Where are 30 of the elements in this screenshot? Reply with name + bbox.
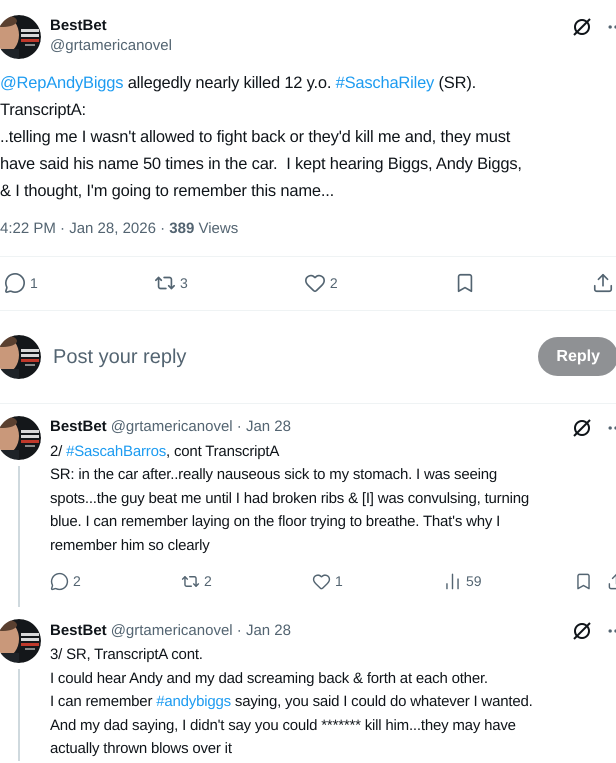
views-button[interactable]: 59 <box>443 570 482 592</box>
author-handle[interactable]: @grtamericanovel <box>50 36 172 56</box>
post-text: 3/ SR, TranscriptA cont. I could hear Andy and my dad screaming back & forth at each other. I can remember #andybiggs saying, you said I could do whatever I wanted. And my dad saying, I didn't say you could ******* kill him...they may have actually thrown blows over it <box>50 645 534 759</box>
bar-chart-icon <box>443 572 462 590</box>
author-meta: @grtamericanovel · Jan 28 <box>110 620 291 641</box>
repost-button[interactable]: 2 <box>181 570 212 592</box>
share-icon <box>592 272 614 294</box>
post-text: @RepAndyBiggs allegedly nearly killed 12 y.o. #SaschaRiley (SR). TranscriptA: ..telling me I wasn't allowed to fight back or they'd kill me and, they must have said his name 50 times in the car. I kept hearing Biggs, Andy Biggs, & I thought, I'm going to remember this name... <box>0 73 523 202</box>
reply-button[interactable]: 1 <box>4 272 38 294</box>
slashed-circle-icon[interactable] <box>572 17 592 37</box>
post-timestamp: 4:22 PM · Jan 28, 2026 · 389 Views <box>0 219 240 239</box>
slashed-circle-icon[interactable] <box>572 621 592 641</box>
comment-icon <box>50 572 69 590</box>
repost-button[interactable]: 3 <box>154 272 188 294</box>
bookmark-button[interactable] <box>574 572 593 590</box>
author-name[interactable]: BestBet <box>50 416 107 439</box>
reply-button[interactable]: 2 <box>50 570 81 592</box>
bookmark-icon <box>574 572 593 590</box>
post-text: 2/ #SascahBarros, cont TranscriptA SR: in the car after..really nauseous sick to my stomach. I was seeing spots...the guy beat me until I had broken ribs & [I] was convulsing, turning blue. I can remember laying on the floor trying to breathe. That's why I remember him so clearly <box>50 442 530 556</box>
like-button[interactable]: 1 <box>312 570 343 592</box>
like-button[interactable]: 2 <box>304 272 338 294</box>
slashed-circle-icon[interactable] <box>572 418 592 438</box>
share-button[interactable] <box>592 272 614 294</box>
comment-icon <box>4 272 26 294</box>
reply-field[interactable]: Post your reply <box>53 342 538 372</box>
author-meta: @grtamericanovel · Jan 28 <box>110 417 291 438</box>
heart-icon <box>304 272 326 294</box>
author-name[interactable]: BestBet <box>50 16 172 36</box>
author-name[interactable]: BestBet <box>50 620 107 642</box>
heart-icon <box>312 572 331 590</box>
